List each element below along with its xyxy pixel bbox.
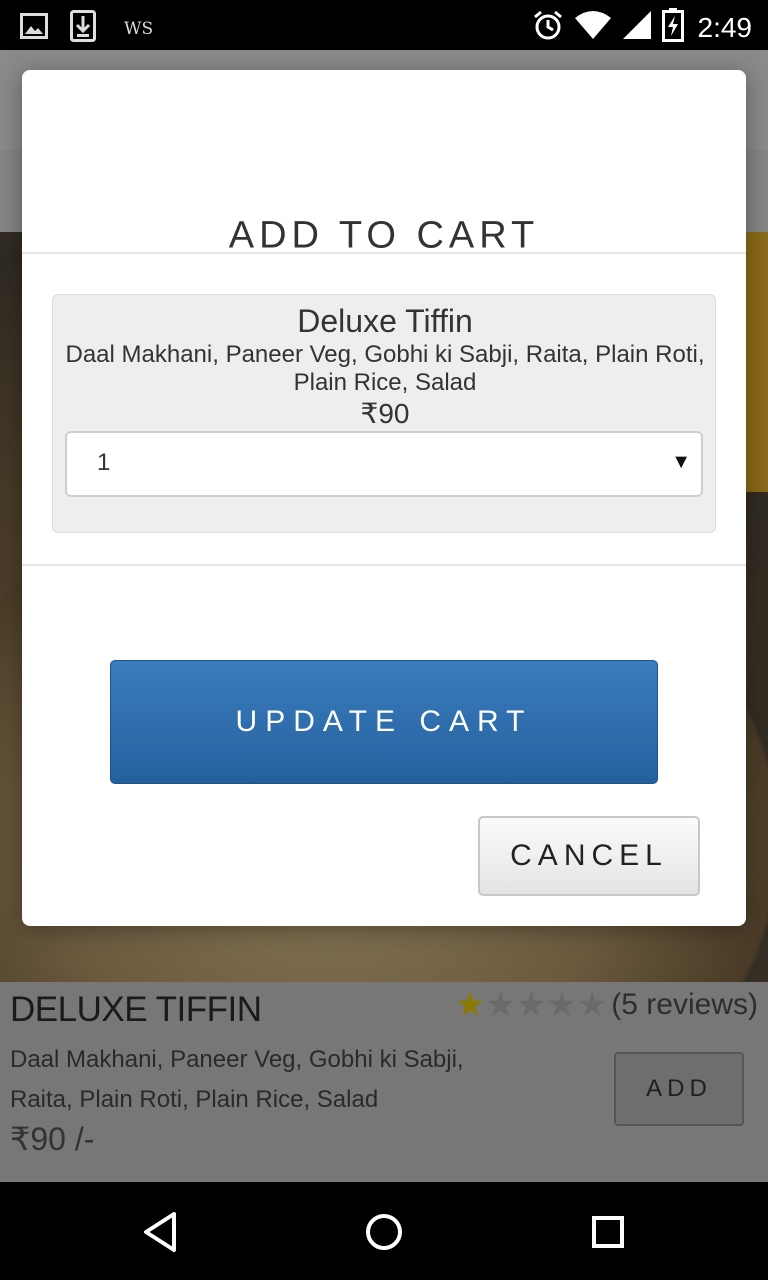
clock-time: 2:49 — [697, 11, 753, 43]
alarm-icon — [532, 9, 564, 46]
download-icon — [70, 10, 96, 47]
divider — [22, 252, 746, 254]
star-icon: ★ — [485, 986, 516, 1024]
battery-icon — [661, 8, 684, 47]
wifi-icon — [574, 10, 612, 45]
back-icon[interactable] — [138, 1210, 182, 1254]
menu-item-card: DELUXE TIFFIN ★ ★ ★ ★ ★ (5 reviews) Daal… — [0, 982, 768, 1182]
add-to-cart-dialog: ADD TO CART Deluxe Tiffin Daal Makhani, … — [22, 70, 746, 926]
quantity-select[interactable]: 1 ▼ — [65, 431, 703, 497]
status-bar: WS 2:49 — [0, 0, 768, 50]
reviews-link[interactable]: (5 reviews) — [611, 988, 758, 1022]
navigation-bar — [0, 1182, 768, 1280]
quantity-value: 1 — [97, 449, 111, 476]
rating: ★ ★ ★ ★ ★ (5 reviews) — [455, 986, 758, 1024]
product-price: ₹90 — [360, 398, 410, 429]
add-button[interactable]: ADD — [614, 1052, 744, 1126]
recents-icon[interactable] — [586, 1210, 630, 1254]
image-icon — [20, 13, 48, 44]
home-icon[interactable] — [362, 1210, 406, 1254]
carrier-label: WS — [124, 18, 154, 39]
dropdown-arrow-icon: ▼ — [671, 451, 691, 473]
cancel-button[interactable]: CANCEL — [478, 816, 700, 896]
product-name: Deluxe Tiffin — [297, 303, 473, 339]
item-price: ₹90 /- — [10, 1121, 95, 1157]
divider — [22, 564, 746, 566]
item-description: Daal Makhani, Paneer Veg, Gobhi ki Sabji… — [10, 1046, 464, 1113]
product-description: Daal Makhani, Paneer Veg, Gobhi ki Sabji… — [65, 341, 705, 396]
star-icon: ★ — [515, 986, 547, 1024]
product-panel: Deluxe Tiffin Daal Makhani, Paneer Veg, … — [52, 294, 716, 533]
item-title: DELUXE TIFFIN — [10, 990, 262, 1029]
signal-icon — [622, 10, 652, 45]
star-icon: ★ — [454, 986, 486, 1024]
update-cart-button[interactable]: UPDATE CART — [110, 660, 658, 784]
star-icon: ★ — [546, 986, 577, 1024]
star-icon: ★ — [576, 986, 608, 1024]
